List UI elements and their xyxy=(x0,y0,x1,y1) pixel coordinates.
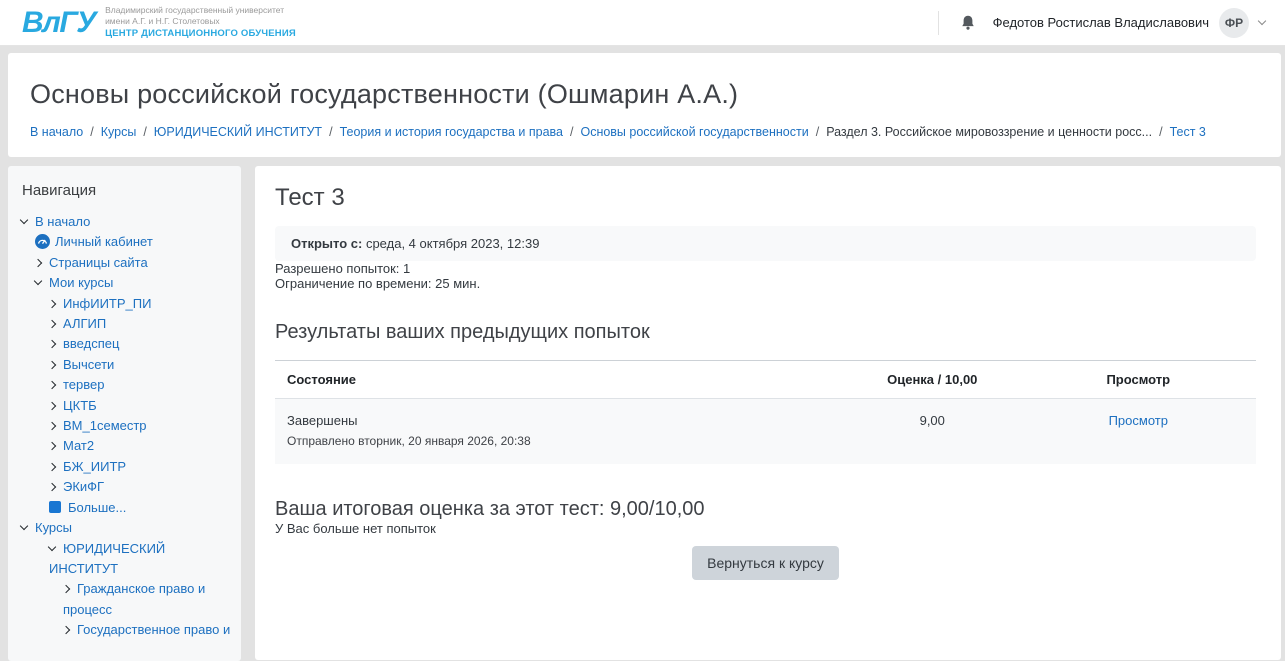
chevron-right-icon xyxy=(48,299,56,307)
chevron-right-icon xyxy=(48,422,56,430)
attempts-allowed-text: Разрешено попыток: 1 xyxy=(275,261,1256,276)
header-user-area: Федотов Ростислав Владиславович ФР xyxy=(938,8,1265,38)
content-row: Навигация В начало Личный кабинет Страни… xyxy=(8,166,1281,661)
bell-icon xyxy=(959,14,977,32)
university-logo[interactable]: ВлГУ Владимирский государственный универ… xyxy=(22,5,296,40)
sidebar-item-course[interactable]: введспец xyxy=(8,334,235,354)
chevron-right-icon xyxy=(48,442,56,450)
attempt-state-cell: Завершены Отправлено вторник, 20 января … xyxy=(275,399,844,465)
sidebar-item-course[interactable]: ИнфИИТР_ПИ xyxy=(8,294,235,314)
chevron-right-icon xyxy=(48,463,56,471)
breadcrumb-courses-link[interactable]: Курсы xyxy=(101,125,137,139)
sidebar-item-course[interactable]: ЦКТБ xyxy=(8,396,235,416)
chevron-right-icon xyxy=(48,320,56,328)
page-title: Основы российской государственности (Ошм… xyxy=(30,79,1259,110)
button-row: Вернуться к курсу xyxy=(275,546,1256,580)
previous-attempts-heading: Результаты ваших предыдущих попыток xyxy=(275,321,1256,344)
university-name-line1: Владимирский государственный университет xyxy=(105,5,296,16)
sidebar-item-courses[interactable]: Курсы xyxy=(8,518,235,538)
back-to-course-button[interactable]: Вернуться к курсу xyxy=(692,546,839,580)
sidebar-item-course[interactable]: Мат2 xyxy=(8,436,235,456)
chevron-right-icon xyxy=(62,626,70,634)
breadcrumb-separator: / xyxy=(90,125,93,139)
university-name-line2: имени А.Г. и Н.Г. Столетовых xyxy=(105,16,296,27)
sidebar-item-course[interactable]: БЖ_ИИТР xyxy=(8,457,235,477)
sidebar-item-my-courses[interactable]: Мои курсы xyxy=(8,273,235,293)
chevron-down-icon xyxy=(20,522,28,530)
open-from-label: Открыто с: xyxy=(291,236,362,251)
navigation-sidebar: Навигация В начало Личный кабинет Страни… xyxy=(8,166,241,661)
chevron-right-icon xyxy=(34,259,42,267)
course-header-card: Основы российской государственности (Ошм… xyxy=(8,53,1281,157)
time-limit-text: Ограничение по времени: 25 мин. xyxy=(275,276,1256,291)
chevron-down-icon xyxy=(48,542,56,550)
breadcrumb-separator: / xyxy=(816,125,819,139)
sidebar-item-home[interactable]: В начало xyxy=(8,212,235,232)
center-name: ЦЕНТР ДИСТАНЦИОННОГО ОБУЧЕНИЯ xyxy=(105,28,296,40)
chevron-right-icon xyxy=(62,585,70,593)
chevron-right-icon xyxy=(48,401,56,409)
site-header: ВлГУ Владимирский государственный универ… xyxy=(0,0,1285,46)
state-column-header: Состояние xyxy=(275,361,844,399)
breadcrumb-section-label: Раздел 3. Российское мировоззрение и цен… xyxy=(826,125,1152,139)
final-grade-heading: Ваша итоговая оценка за этот тест: 9,00/… xyxy=(275,498,1256,521)
chevron-right-icon xyxy=(48,483,56,491)
sidebar-item-civil-law[interactable]: Гражданское право и процесс xyxy=(8,579,235,620)
sidebar-item-course[interactable]: тервер xyxy=(8,375,235,395)
logo-mark: ВлГУ xyxy=(22,8,95,38)
sidebar-item-course[interactable]: ВМ_1семестр xyxy=(8,416,235,436)
sidebar-title: Навигация xyxy=(8,182,235,199)
attempt-review-cell: Просмотр xyxy=(1021,399,1256,465)
sidebar-item-more[interactable]: Больше... xyxy=(8,498,235,518)
sidebar-item-course[interactable]: Вычсети xyxy=(8,355,235,375)
chevron-down-icon xyxy=(34,277,42,285)
attempts-table-header-row: Состояние Оценка / 10,00 Просмотр xyxy=(275,361,1256,399)
chevron-right-icon xyxy=(48,340,56,348)
sidebar-item-dashboard[interactable]: Личный кабинет xyxy=(8,232,235,252)
logo-text-block: Владимирский государственный университет… xyxy=(105,5,296,40)
breadcrumb-separator: / xyxy=(329,125,332,139)
breadcrumb-course-link[interactable]: Основы российской государственности xyxy=(580,125,808,139)
quiz-main-panel: Тест 3 Открыто с: среда, 4 октября 2023,… xyxy=(255,166,1281,660)
sidebar-item-course[interactable]: ЭКиФГ xyxy=(8,477,235,497)
attempts-table: Состояние Оценка / 10,00 Просмотр Заверш… xyxy=(275,360,1256,464)
header-divider xyxy=(938,11,939,35)
review-column-header: Просмотр xyxy=(1021,361,1256,399)
grade-column-header: Оценка / 10,00 xyxy=(844,361,1021,399)
square-icon xyxy=(49,501,61,513)
no-more-attempts-text: У Вас больше нет попыток xyxy=(275,521,1256,536)
breadcrumb-separator: / xyxy=(1159,125,1162,139)
dashboard-icon xyxy=(35,234,50,249)
sidebar-item-site-pages[interactable]: Страницы сайта xyxy=(8,253,235,273)
breadcrumb-institute-link[interactable]: ЮРИДИЧЕСКИЙ ИНСТИТУТ xyxy=(154,125,322,139)
breadcrumb-home-link[interactable]: В начало xyxy=(30,125,83,139)
attempt-grade-cell: 9,00 xyxy=(844,399,1021,465)
chevron-right-icon xyxy=(48,361,56,369)
breadcrumb-separator: / xyxy=(570,125,573,139)
notifications-bell-icon[interactable] xyxy=(957,12,979,34)
breadcrumb-quiz-link[interactable]: Тест 3 xyxy=(1170,125,1206,139)
sidebar-item-course[interactable]: АЛГИП xyxy=(8,314,235,334)
chevron-down-icon xyxy=(20,216,28,224)
sidebar-item-state-law[interactable]: Государственное право и xyxy=(8,620,235,640)
user-full-name[interactable]: Федотов Ростислав Владиславович xyxy=(993,15,1209,30)
user-menu-chevron-down-icon[interactable] xyxy=(1258,16,1266,24)
review-link[interactable]: Просмотр xyxy=(1109,413,1168,428)
chevron-right-icon xyxy=(48,381,56,389)
table-row: Завершены Отправлено вторник, 20 января … xyxy=(275,399,1256,465)
breadcrumb: В начало / Курсы / ЮРИДИЧЕСКИЙ ИНСТИТУТ / Теор… xyxy=(30,125,1259,139)
quiz-title: Тест 3 xyxy=(275,184,1256,212)
breadcrumb-separator: / xyxy=(143,125,146,139)
sidebar-item-law-institute[interactable]: ЮРИДИЧЕСКИЙ ИНСТИТУТ xyxy=(8,539,235,580)
open-from-value: среда, 4 октября 2023, 12:39 xyxy=(362,236,539,251)
attempt-state: Завершены xyxy=(287,413,832,428)
avatar[interactable]: ФР xyxy=(1219,8,1249,38)
breadcrumb-category-link[interactable]: Теория и история государства и права xyxy=(340,125,563,139)
attempt-submitted-date: Отправлено вторник, 20 января 2026, 20:3… xyxy=(287,434,832,448)
quiz-open-infobox: Открыто с: среда, 4 октября 2023, 12:39 xyxy=(275,226,1256,261)
